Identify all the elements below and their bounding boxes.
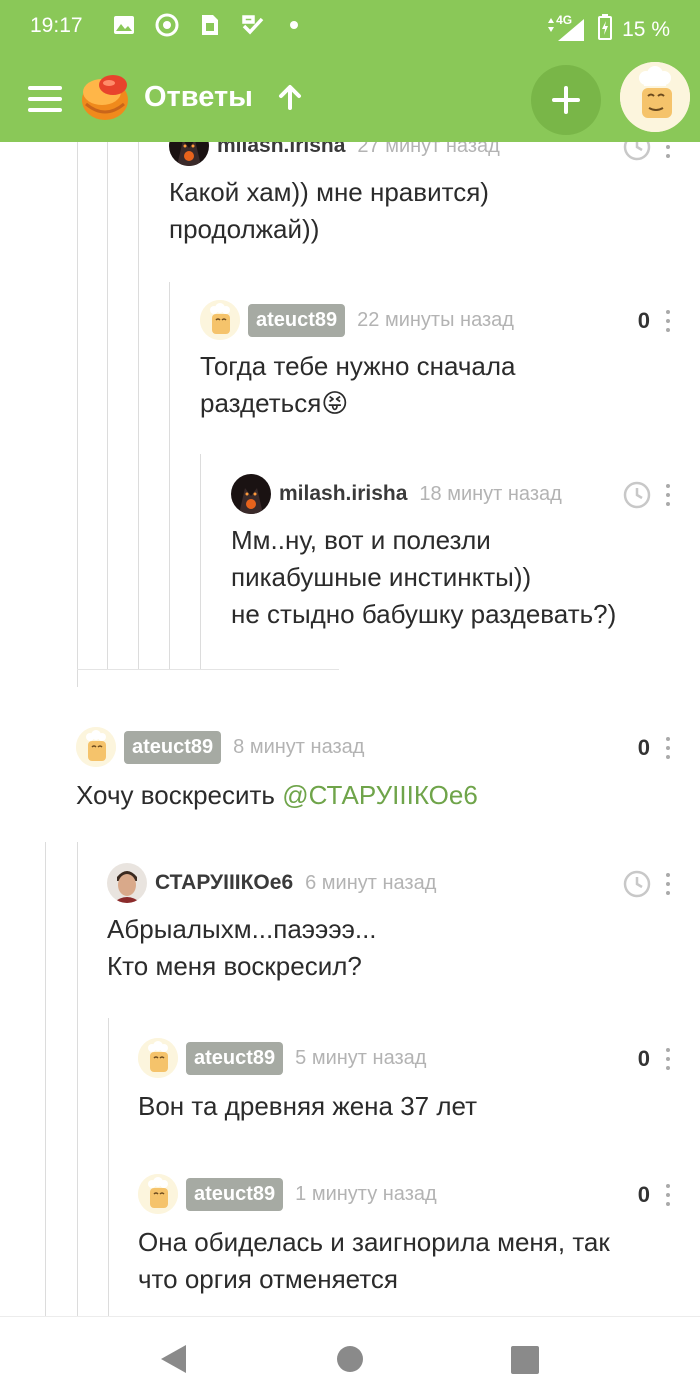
comment: ateuct89 1 минуту назад 0 Она обиделась … [138, 1174, 700, 1304]
comment-time: 27 минут назад [357, 142, 500, 157]
more-options-icon[interactable] [665, 310, 671, 332]
clock-icon[interactable] [622, 869, 652, 899]
battery-icon [598, 14, 613, 46]
comment-rating: 0 [637, 308, 650, 333]
arrow-up-icon[interactable] [276, 80, 304, 114]
clock-icon[interactable] [622, 480, 652, 510]
thread-line [45, 842, 46, 1316]
comment: milash.irisha 27 минут назад Какой хам))… [169, 142, 700, 256]
hamburger-icon[interactable] [28, 86, 62, 112]
comment: СТАРУIIIКОе6 6 минут назад Абрыалыхм...п… [107, 863, 700, 993]
home-icon[interactable] [337, 1346, 363, 1372]
comment-username[interactable]: milash.irisha [279, 482, 407, 506]
comment-text: Хочу воскресить @СТАРУIIIКОе6 [76, 777, 478, 814]
comment-header: ateuct89 22 минуты назад [200, 300, 514, 340]
comment-username[interactable]: ateuct89 [124, 730, 222, 764]
thread-line [77, 842, 78, 1316]
avatar[interactable] [231, 474, 271, 514]
more-options-icon[interactable] [665, 737, 671, 759]
thread-line [169, 282, 170, 669]
sim-card-icon [198, 13, 222, 37]
avatar[interactable] [107, 863, 147, 903]
comment-header: ateuct89 8 минут назад [76, 727, 364, 767]
comment: ateuct89 8 минут назад 0 Хочу воскресить… [76, 727, 700, 817]
back-icon[interactable] [158, 1343, 188, 1380]
system-nav-bar [0, 1316, 700, 1400]
status-bar: 19:17 4G 15 % [0, 0, 700, 54]
avatar[interactable] [169, 142, 209, 166]
comment-time: 22 минуты назад [357, 308, 514, 331]
app-bar: Ответы [0, 54, 700, 142]
comment-time: 8 минут назад [233, 735, 365, 758]
comment-username[interactable]: ateuct89 [248, 303, 346, 337]
avatar[interactable] [200, 300, 240, 340]
comment-text: Абрыалыхм...паээээ... Кто меня воскресил… [107, 914, 377, 981]
comment-text: Тогда тебе нужно сначала раздеться😝 [200, 351, 516, 418]
comment-header: ateuct89 5 минут назад [138, 1038, 426, 1078]
comment-username[interactable]: ateuct89 [186, 1177, 284, 1211]
more-options-icon[interactable] [665, 873, 671, 895]
more-options-icon[interactable] [665, 1048, 671, 1070]
comment-rating: 0 [637, 1046, 650, 1071]
more-options-icon[interactable] [665, 484, 671, 506]
comment: ateuct89 5 минут назад 0 Вон та древняя … [138, 1038, 700, 1128]
clock-icon[interactable] [622, 142, 652, 162]
recents-icon[interactable] [511, 1346, 539, 1374]
more-options-icon[interactable] [665, 142, 671, 158]
comment-time: 6 минут назад [305, 871, 437, 894]
comment-text: Вон та древняя жена 37 лет [138, 1091, 478, 1121]
comment: milash.irisha 18 минут назад Мм..ну, вот… [231, 474, 700, 654]
thread-line [108, 1018, 109, 1316]
battery-percent: 15 % [622, 18, 670, 41]
comment-username[interactable]: ateuct89 [186, 1041, 284, 1075]
comment-username[interactable]: milash.irisha [217, 142, 345, 158]
thread-line [77, 142, 78, 687]
comment-text-part: Хочу воскресить [76, 780, 283, 810]
comment-time: 5 минут назад [295, 1046, 427, 1069]
comment: ateuct89 22 минуты назад 0 Тогда тебе ну… [200, 300, 700, 430]
comment-header: ateuct89 1 минуту назад [138, 1174, 437, 1214]
thread-line [138, 142, 139, 669]
page-title: Ответы [144, 81, 253, 113]
comment-username[interactable]: СТАРУIIIКОе6 [155, 871, 293, 895]
comment-header: milash.irisha 27 минут назад [169, 142, 500, 166]
top-bar: 19:17 4G 15 % Ответы [0, 0, 700, 142]
signal-icon: 4G [544, 13, 588, 43]
comment-rating: 0 [637, 1182, 650, 1207]
avatar[interactable] [138, 1038, 178, 1078]
user-mention-link[interactable]: @СТАРУIIIКОе6 [282, 780, 478, 810]
thread-line [107, 142, 108, 669]
check-app-icon [241, 13, 265, 37]
comment-text: Она обиделась и заигнорила меня, так что… [138, 1227, 610, 1294]
thread-line [200, 454, 201, 669]
plus-icon [552, 86, 580, 114]
comment-time: 1 минуту назад [295, 1182, 437, 1205]
pikabu-logo-icon[interactable] [78, 70, 132, 124]
network-type: 4G [556, 13, 573, 27]
add-button[interactable] [531, 65, 601, 135]
comment-time: 18 минут назад [419, 482, 562, 505]
comment-header: СТАРУIIIКОе6 6 минут назад [107, 863, 436, 903]
notification-dot-icon [282, 13, 306, 37]
status-time: 19:17 [30, 14, 83, 37]
cook-avatar-icon[interactable] [620, 62, 690, 132]
comments-thread: milash.irisha 27 минут назад Какой хам))… [0, 142, 700, 1316]
comment-text: Какой хам)) мне нравится) продолжай)) [169, 177, 489, 244]
status-right-group: 4G 15 % [544, 13, 670, 46]
gallery-icon [112, 13, 136, 37]
avatar[interactable] [138, 1174, 178, 1214]
more-options-icon[interactable] [665, 1184, 671, 1206]
comment-rating: 0 [637, 735, 650, 760]
comment-header: milash.irisha 18 минут назад [231, 474, 562, 514]
thread-separator [77, 669, 339, 670]
avatar[interactable] [76, 727, 116, 767]
comment-text: Мм..ну, вот и полезли пикабушные инстинк… [231, 525, 617, 629]
shield-app-icon [155, 13, 179, 37]
